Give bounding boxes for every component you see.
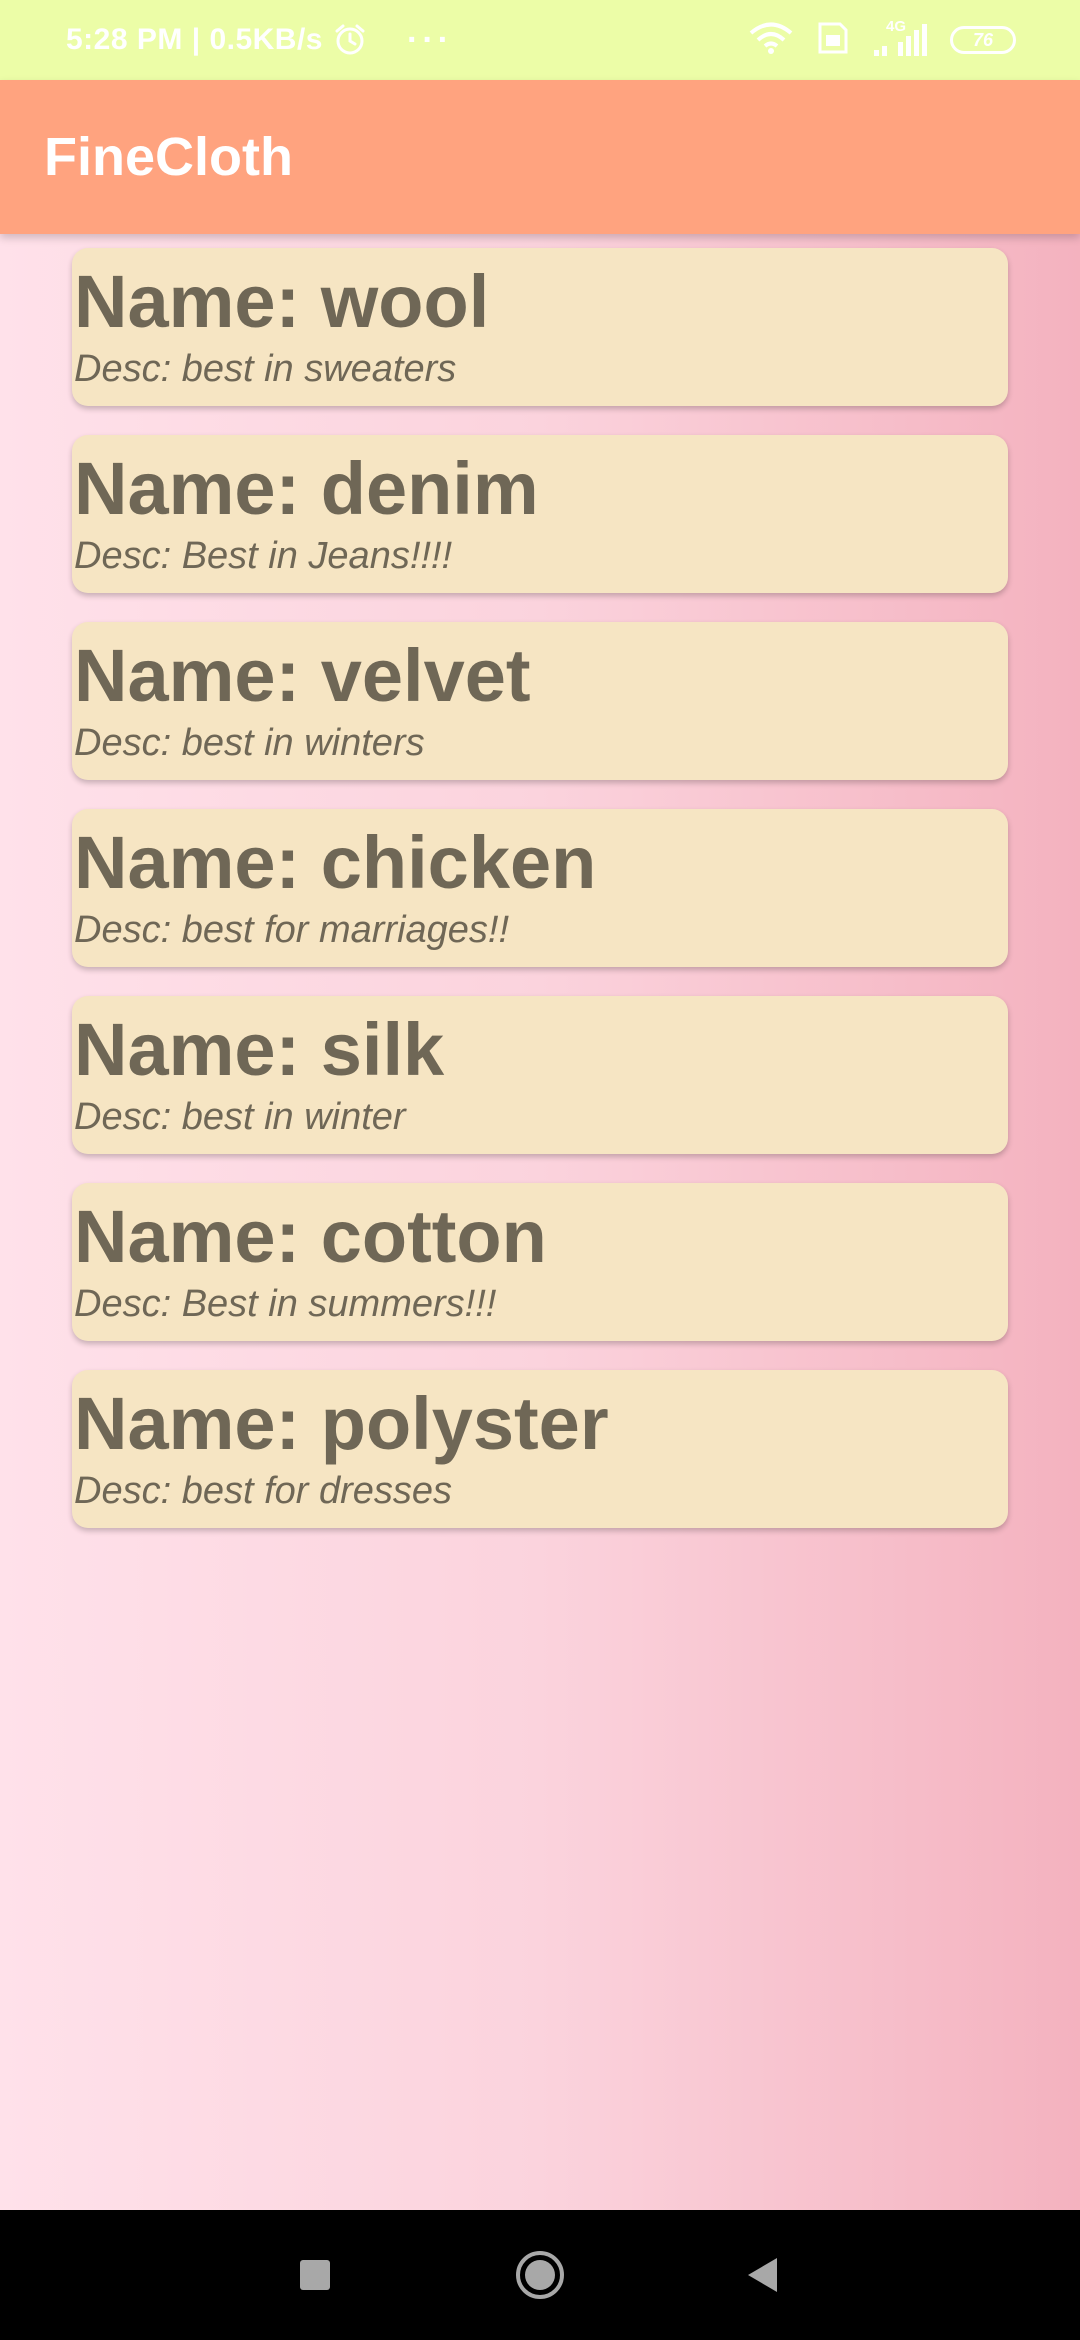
home-icon[interactable] — [514, 2249, 566, 2301]
sim-icon — [816, 21, 850, 60]
cloth-card-velvet[interactable]: Name: velvet Desc: best in winters — [72, 622, 1008, 780]
battery-level: 76 — [972, 29, 994, 50]
network-type-label: 4G — [886, 18, 907, 35]
recents-icon[interactable] — [299, 2259, 331, 2291]
app-bar: FineCloth — [0, 80, 1080, 234]
cloth-name: Name: wool — [74, 260, 490, 343]
cloth-desc: Desc: best in winter — [74, 1096, 406, 1138]
cloth-name: Name: polyster — [74, 1382, 609, 1465]
cloth-card-silk[interactable]: Name: silk Desc: best in winter — [72, 996, 1008, 1154]
status-time-speed: 5:28 PM | 0.5KB/s — [66, 23, 323, 56]
cloth-list: Name: wool Desc: best in sweaters Name: … — [72, 248, 1008, 1557]
cloth-name: Name: chicken — [74, 821, 597, 904]
cloth-card-chicken[interactable]: Name: chicken Desc: best for marriages!! — [72, 809, 1008, 967]
navigation-bar — [0, 2210, 1080, 2340]
wifi-icon — [748, 22, 794, 59]
status-bar: 5:28 PM | 0.5KB/s ··· 4G 76 — [0, 0, 1080, 80]
back-icon[interactable] — [745, 2256, 779, 2294]
status-right: 4G 76 — [748, 18, 1016, 60]
cloth-desc: Desc: Best in summers!!! — [74, 1283, 497, 1325]
more-notifications-icon: ··· — [407, 20, 453, 59]
cloth-card-cotton[interactable]: Name: cotton Desc: Best in summers!!! — [72, 1183, 1008, 1341]
cloth-name: Name: cotton — [74, 1195, 547, 1278]
signal-icon: 4G — [872, 18, 928, 56]
cloth-desc: Desc: Best in Jeans!!!! — [74, 535, 453, 577]
cloth-card-wool[interactable]: Name: wool Desc: best in sweaters — [72, 248, 1008, 406]
cloth-card-denim[interactable]: Name: denim Desc: Best in Jeans!!!! — [72, 435, 1008, 593]
cloth-desc: Desc: best for dresses — [74, 1470, 453, 1512]
cloth-name: Name: denim — [74, 447, 539, 530]
cloth-desc: Desc: best in sweaters — [74, 348, 457, 390]
status-left: 5:28 PM | 0.5KB/s ··· — [66, 21, 453, 60]
app-title: FineCloth — [44, 127, 293, 187]
battery-icon: 76 — [950, 26, 1016, 54]
cloth-name: Name: velvet — [74, 634, 531, 717]
cloth-name: Name: silk — [74, 1008, 445, 1091]
cloth-card-polyster[interactable]: Name: polyster Desc: best for dresses — [72, 1370, 1008, 1528]
cloth-desc: Desc: best in winters — [74, 722, 425, 764]
alarm-icon — [333, 23, 367, 57]
cloth-desc: Desc: best for marriages!! — [74, 909, 510, 951]
